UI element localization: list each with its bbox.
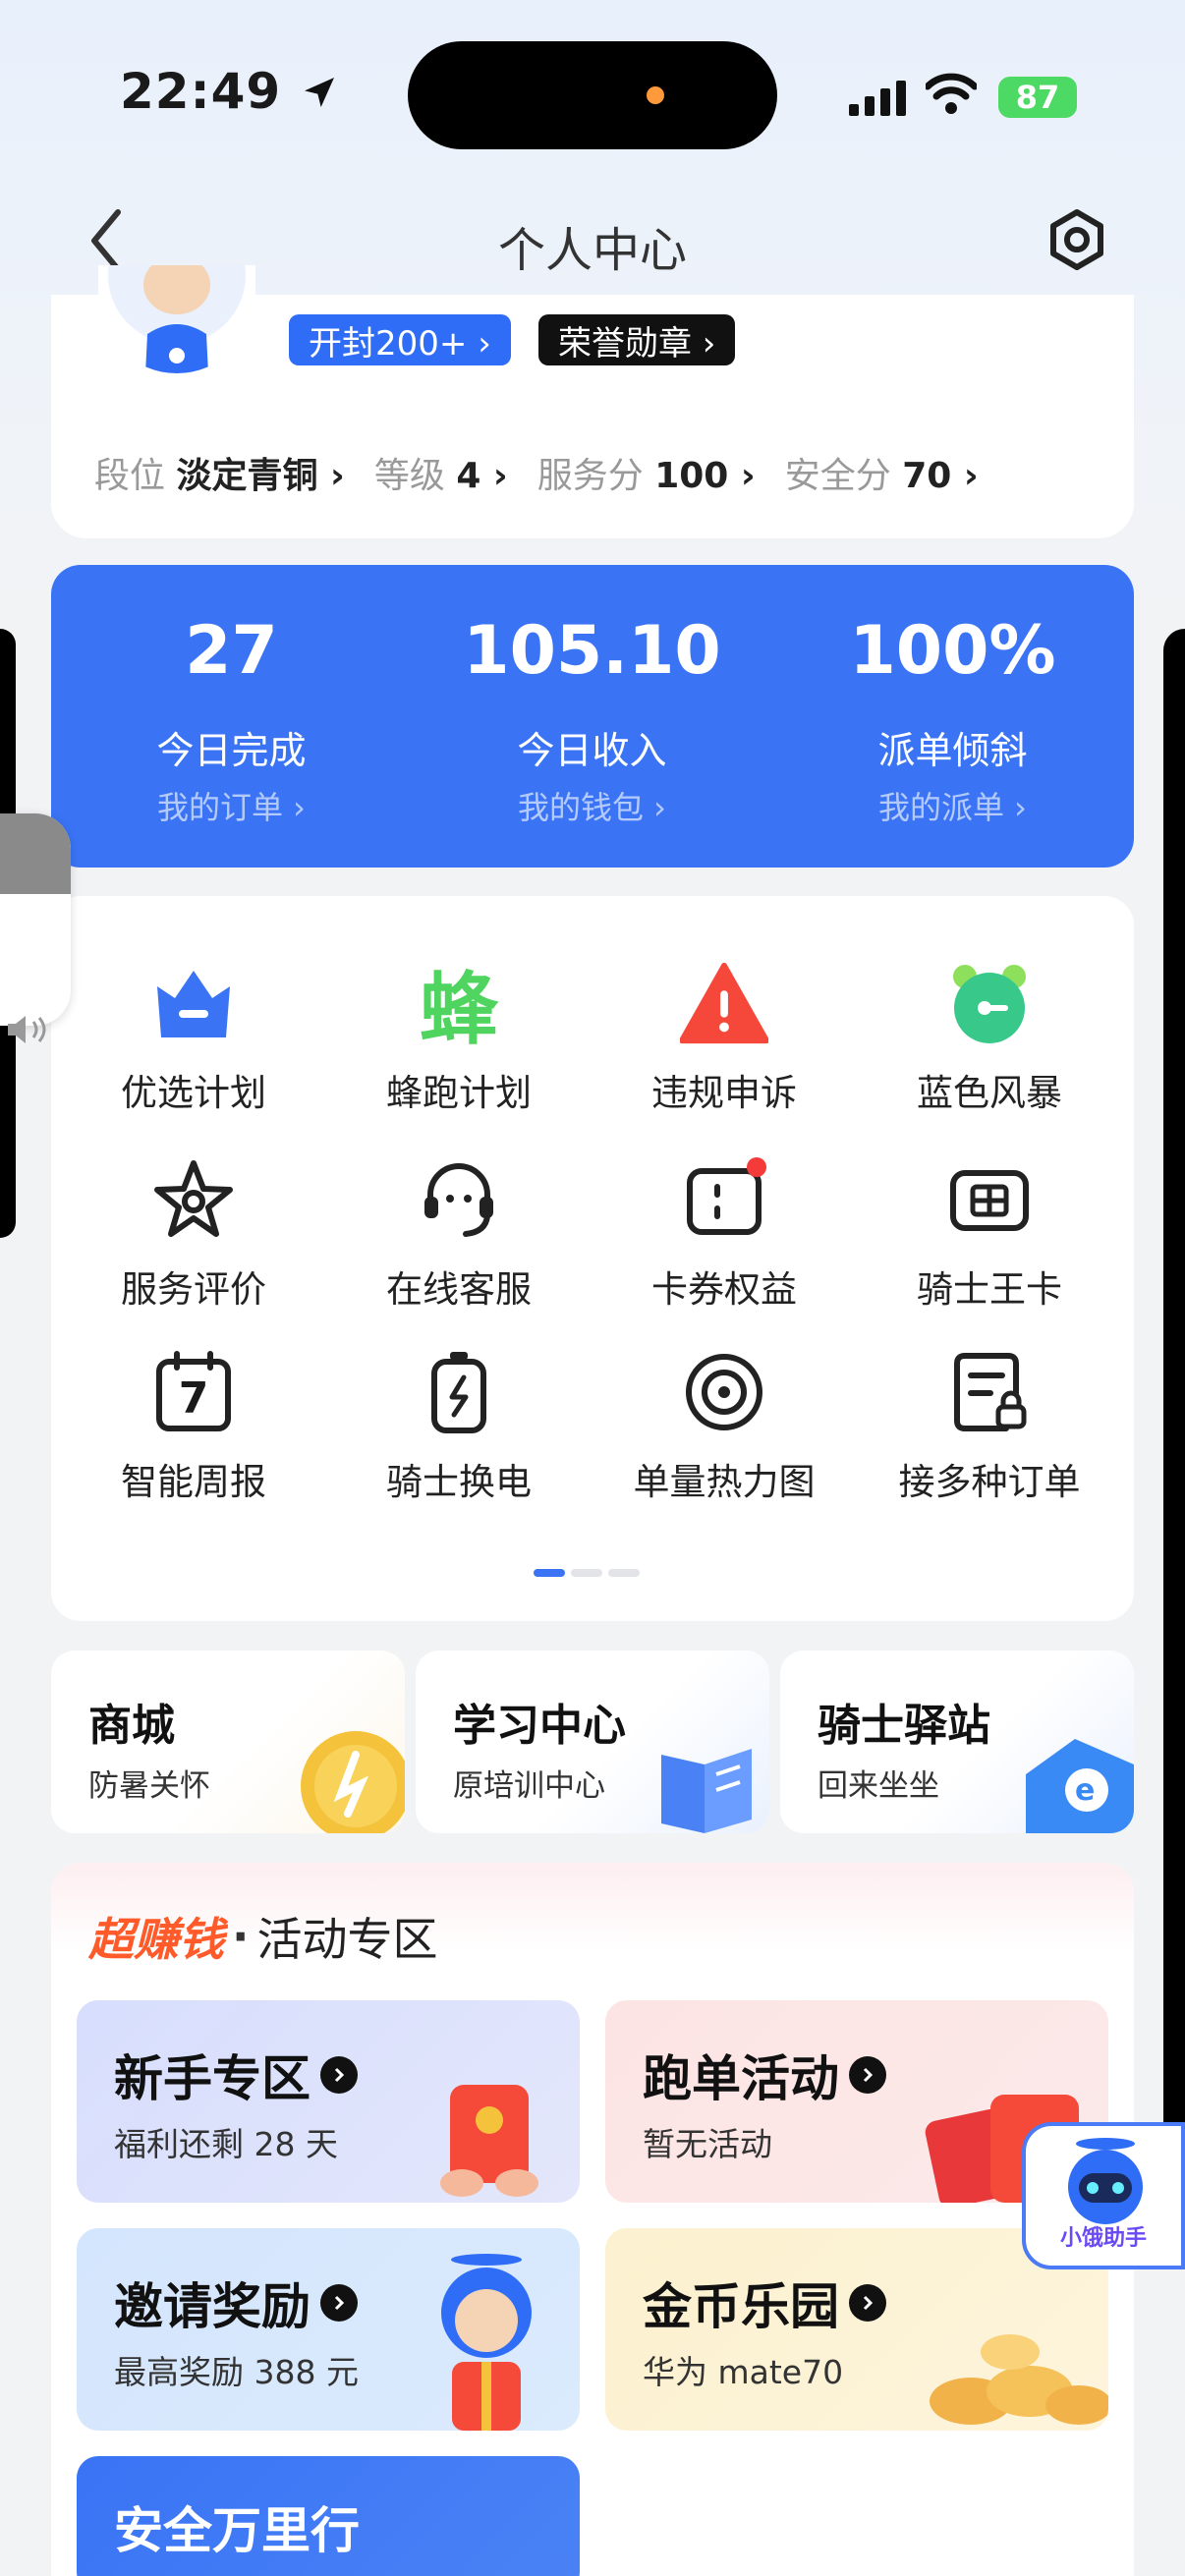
grid-item-multi-orders[interactable]: 接多种订单 [857, 1348, 1122, 1505]
red-envelope-icon [440, 2085, 538, 2197]
grid-item-weekly-report[interactable]: 7 智能周报 [61, 1348, 326, 1505]
dynamic-island [408, 41, 777, 149]
summary-income[interactable]: 105.10 今日收入 我的钱包 › [412, 565, 772, 868]
battery-swap-icon [415, 1348, 503, 1436]
calendar-icon: 7 [149, 1348, 238, 1436]
unlock-badge[interactable]: 开封200+ › [289, 314, 511, 365]
assistant-button[interactable]: 小饿助手 [1022, 2122, 1185, 2269]
grid-item-battery-swap[interactable]: 骑士换电 [326, 1348, 592, 1505]
stat-rank[interactable]: 段位 淡定青铜 › [94, 447, 345, 498]
page-dot [571, 1569, 602, 1577]
grid-item-service-review[interactable]: 服务评价 [61, 1155, 326, 1313]
target-icon [680, 1348, 768, 1436]
alarm-clock-icon [945, 959, 1034, 1047]
page-dot [608, 1569, 640, 1577]
right-edge-shadow [1163, 629, 1185, 2152]
arrow-icon [320, 2056, 358, 2094]
newbie-zone-tile[interactable]: 新手专区 福利还剩 28 天 [77, 2000, 580, 2203]
honor-medal-badge[interactable]: 荣誉勋章 › [538, 314, 736, 365]
headset-icon [415, 1155, 503, 1244]
wifi-icon [926, 73, 977, 114]
knight-station-card[interactable]: 骑士驿站 回来坐坐 e [780, 1651, 1134, 1833]
invite-reward-tile[interactable]: 邀请奖励 最高奖励 388 元 [77, 2228, 580, 2431]
coupon-icon [680, 1155, 768, 1244]
crown-icon [149, 959, 238, 1047]
arrow-icon [849, 2056, 886, 2094]
warning-icon [680, 959, 768, 1047]
page-dot-active [534, 1569, 565, 1577]
location-arrow-icon [304, 78, 334, 107]
activity-heading: 超赚钱 · 活动专区 [88, 1910, 438, 1966]
grid-item-preferred-plan[interactable]: 优选计划 [61, 959, 326, 1116]
card-icon [945, 1155, 1034, 1244]
summary-dispatch[interactable]: 100% 派单倾斜 我的派单 › [772, 565, 1133, 868]
stat-level[interactable]: 等级 4 › [374, 447, 508, 498]
star-icon [149, 1155, 238, 1244]
mic-indicator [647, 86, 664, 104]
bee-icon: 蜂 [420, 964, 498, 1055]
battery-indicator: 87 [998, 77, 1077, 118]
arrow-icon [849, 2284, 886, 2322]
summary-completed[interactable]: 27 今日完成 我的订单 › [51, 565, 412, 868]
grid-item-online-support[interactable]: 在线客服 [326, 1155, 592, 1313]
coin-icon [301, 1731, 405, 1833]
learning-center-card[interactable]: 学习中心 原培训中心 [416, 1651, 769, 1833]
signal-icon [849, 81, 906, 116]
settings-icon[interactable] [1045, 208, 1108, 271]
order-doc-icon [945, 1348, 1034, 1436]
grid-item-blue-storm[interactable]: 蓝色风暴 [857, 959, 1122, 1116]
grid-item-coupons[interactable]: 卡券权益 [592, 1155, 857, 1313]
stat-safety-score[interactable]: 安全分 70 › [785, 447, 979, 498]
mall-card[interactable]: 商城 防暑关怀 [51, 1651, 405, 1833]
page-indicator [534, 1569, 640, 1577]
arrow-icon [320, 2284, 358, 2322]
book-icon [661, 1749, 752, 1833]
grid-item-order-heatmap[interactable]: 单量热力图 [592, 1348, 857, 1505]
rider-mascot-icon [441, 2254, 532, 2431]
volume-level [0, 813, 71, 894]
coin-stack-icon [930, 2334, 1108, 2425]
profile-stats: 段位 淡定青铜 › 等级 4 › 服务分 100 › 安全分 70 › [94, 447, 979, 498]
grid-item-violation-appeal[interactable]: 违规申诉 [592, 959, 857, 1116]
stat-service-score[interactable]: 服务分 100 › [537, 447, 756, 498]
safety-journey-tile[interactable]: 安全万里行 [77, 2456, 580, 2576]
station-house-icon: e [1026, 1739, 1134, 1833]
status-time: 22:49 [120, 63, 339, 120]
grid-item-knight-card[interactable]: 骑士王卡 [857, 1155, 1122, 1313]
svg-text:e: e [1075, 1773, 1095, 1808]
grid-item-bee-plan[interactable]: 蜂 蜂跑计划 [326, 959, 592, 1116]
today-summary-card: 27 今日完成 我的订单 › 105.10 今日收入 我的钱包 › 100% 派… [51, 565, 1134, 868]
robot-assistant-icon [1068, 2138, 1143, 2224]
speaker-icon [8, 1016, 46, 1043]
